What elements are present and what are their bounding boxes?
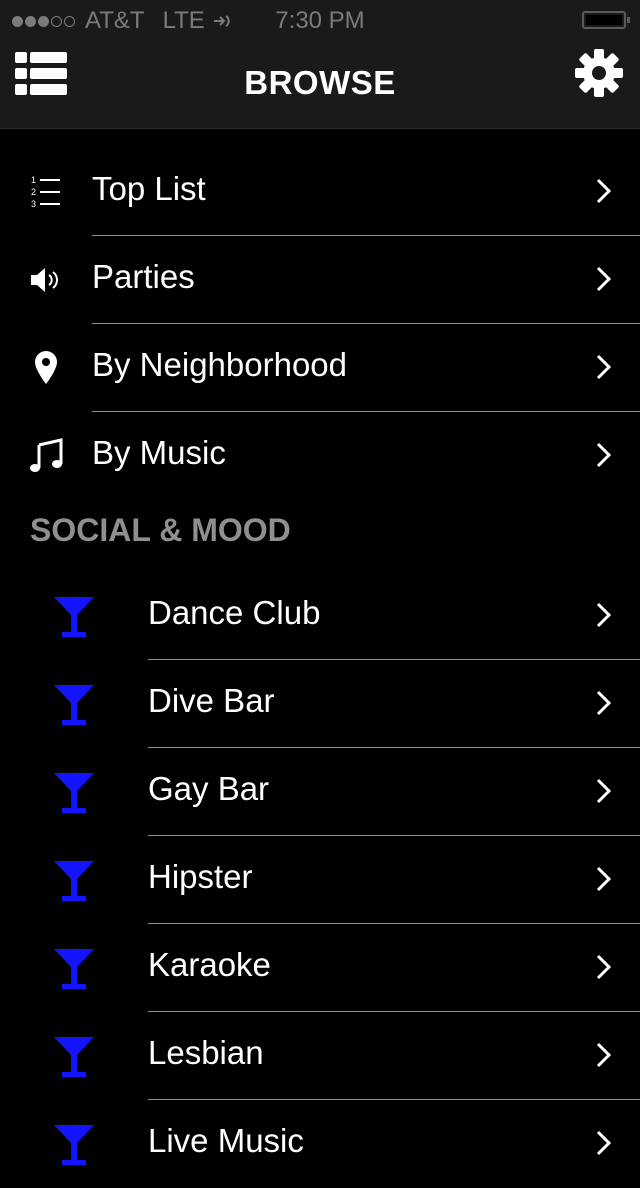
- list-item-top-list[interactable]: 1 2 3 Top List: [0, 148, 640, 236]
- list-item-label: Gay Bar: [148, 770, 270, 807]
- chevron-right-icon: [596, 866, 612, 892]
- chevron-right-icon: [596, 690, 612, 716]
- list-item-live-music[interactable]: Live Music: [0, 1100, 640, 1188]
- svg-text:3: 3: [31, 199, 36, 209]
- chevron-right-icon: [596, 1130, 612, 1156]
- location-pin-icon: [35, 351, 57, 384]
- chevron-right-icon: [596, 954, 612, 980]
- list-item-karaoke[interactable]: Karaoke: [0, 924, 640, 1012]
- list-item-label: Live Music: [148, 1122, 304, 1159]
- cocktail-glass-icon: [54, 949, 94, 989]
- chevron-right-icon: [596, 1042, 612, 1068]
- svg-text:1: 1: [31, 175, 36, 185]
- cocktail-glass-icon: [54, 1037, 94, 1077]
- cocktail-glass-icon: [54, 861, 94, 901]
- cocktail-glass-icon: [54, 597, 94, 637]
- status-time: 7:30 PM: [275, 7, 365, 34]
- list-item-dive-bar[interactable]: Dive Bar: [0, 660, 640, 748]
- status-bar: AT&T LTE 7:30 PM: [0, 0, 640, 40]
- list-item-by-neighborhood[interactable]: By Neighborhood: [0, 324, 640, 412]
- section-title: SOCIAL & MOOD: [30, 512, 291, 548]
- list-item-dance-club[interactable]: Dance Club: [0, 572, 640, 660]
- chevron-right-icon: [596, 778, 612, 804]
- list-item-label: Lesbian: [148, 1034, 264, 1071]
- list-item-label: Hipster: [148, 858, 253, 895]
- music-note-icon: [30, 438, 63, 472]
- list-item-parties[interactable]: Parties: [0, 236, 640, 324]
- chevron-right-icon: [596, 266, 612, 292]
- numbered-list-icon: 1 2 3: [31, 175, 60, 209]
- list-item-gay-bar[interactable]: Gay Bar: [0, 748, 640, 836]
- nav-bar: BROWSE: [0, 40, 640, 129]
- list-item-label: Dance Club: [148, 594, 321, 631]
- chevron-right-icon: [596, 442, 612, 468]
- cocktail-glass-icon: [54, 1125, 94, 1165]
- section-header: SOCIAL & MOOD: [0, 500, 640, 572]
- list-item-label: Parties: [92, 258, 195, 295]
- list-item-hipster[interactable]: Hipster: [0, 836, 640, 924]
- cocktail-glass-icon: [54, 773, 94, 813]
- page-title: BROWSE: [244, 64, 396, 101]
- list-item-label: By Neighborhood: [92, 346, 348, 383]
- list-item-label: By Music: [92, 434, 226, 471]
- speaker-icon: [31, 268, 58, 292]
- cocktail-glass-icon: [54, 685, 94, 725]
- list-item-label: Top List: [92, 170, 206, 207]
- gear-icon[interactable]: [574, 48, 624, 98]
- battery-icon: [582, 11, 630, 29]
- chevron-right-icon: [596, 178, 612, 204]
- list-item-by-music[interactable]: By Music: [0, 412, 640, 500]
- chevron-right-icon: [596, 602, 612, 628]
- svg-text:2: 2: [31, 187, 36, 197]
- browse-list: 1 2 3 Top List Parties By Neighborhood By …: [0, 148, 640, 1188]
- list-item-lesbian[interactable]: Lesbian: [0, 1012, 640, 1100]
- list-item-label: Karaoke: [148, 946, 271, 983]
- list-item-label: Dive Bar: [148, 682, 275, 719]
- chevron-right-icon: [596, 354, 612, 380]
